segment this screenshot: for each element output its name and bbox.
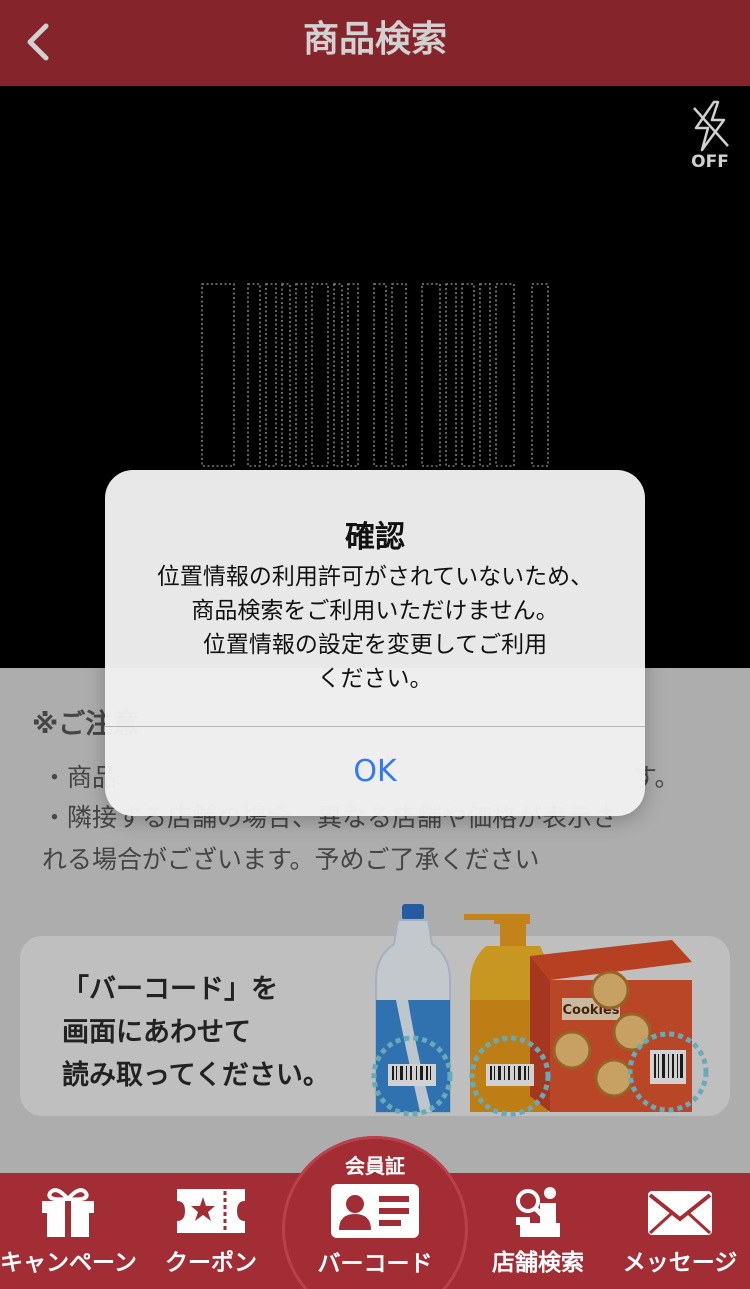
barcode-guide-icon (201, 283, 549, 467)
member-card-title: 会員証 (345, 1154, 405, 1178)
tab-coupon[interactable]: クーポン (150, 1173, 272, 1289)
flash-off-icon (693, 100, 729, 152)
alert-ok-button[interactable]: OK (105, 727, 645, 816)
alert-message: 位置情報の利用許可がされていないため、 商品検索をご利用いただけません。 位置情… (125, 560, 625, 696)
scan-instruction-line-1: 「バーコード」を (62, 974, 278, 1005)
tab-coupon-label: クーポン (165, 1250, 257, 1276)
member-barcode-label: バーコード (317, 1251, 433, 1277)
page-title: 商品検索 (302, 19, 447, 60)
tab-message[interactable]: メッセージ (610, 1173, 750, 1289)
scan-instruction-text: 「バーコード」を 画面にあわせて 読み取ってください。 (62, 968, 330, 1097)
coupon-icon (177, 1189, 245, 1233)
scan-instruction-line-2: 画面にあわせて (62, 1017, 251, 1048)
products-illustration: Cookies (371, 904, 709, 1117)
tab-campaign[interactable]: キャンペーン (0, 1173, 137, 1289)
tab-member-barcode[interactable]: 会員証 バーコード (282, 1136, 468, 1289)
notice-line-3: れる場合がございます。予めご了承ください (42, 845, 540, 874)
tab-store-search[interactable]: 店舗検索 (484, 1173, 592, 1289)
scan-instruction-line-3: 読み取ってください。 (62, 1060, 330, 1091)
back-button[interactable] (12, 12, 72, 72)
location-permission-alert: 確認 位置情報の利用許可がされていないため、 商品検索をご利用いただけません。 … (105, 470, 645, 816)
chevron-left-icon (27, 23, 49, 61)
flash-status-label: OFF (691, 152, 729, 172)
mail-icon (648, 1191, 712, 1235)
store-search-icon (516, 1187, 560, 1237)
flash-toggle-button[interactable]: OFF (680, 100, 740, 176)
alert-title: 確認 (345, 520, 405, 555)
app-header: 商品検索 (0, 0, 750, 86)
member-card-icon (331, 1184, 419, 1238)
tab-campaign-label: キャンペーン (0, 1250, 137, 1276)
tab-store-search-label: 店舗検索 (492, 1250, 584, 1276)
tab-message-label: メッセージ (622, 1250, 738, 1276)
gift-icon (42, 1188, 94, 1237)
alert-message-text: 位置情報の利用許可がされていないため、 商品検索をご利用いただけません。 位置情… (156, 564, 594, 692)
